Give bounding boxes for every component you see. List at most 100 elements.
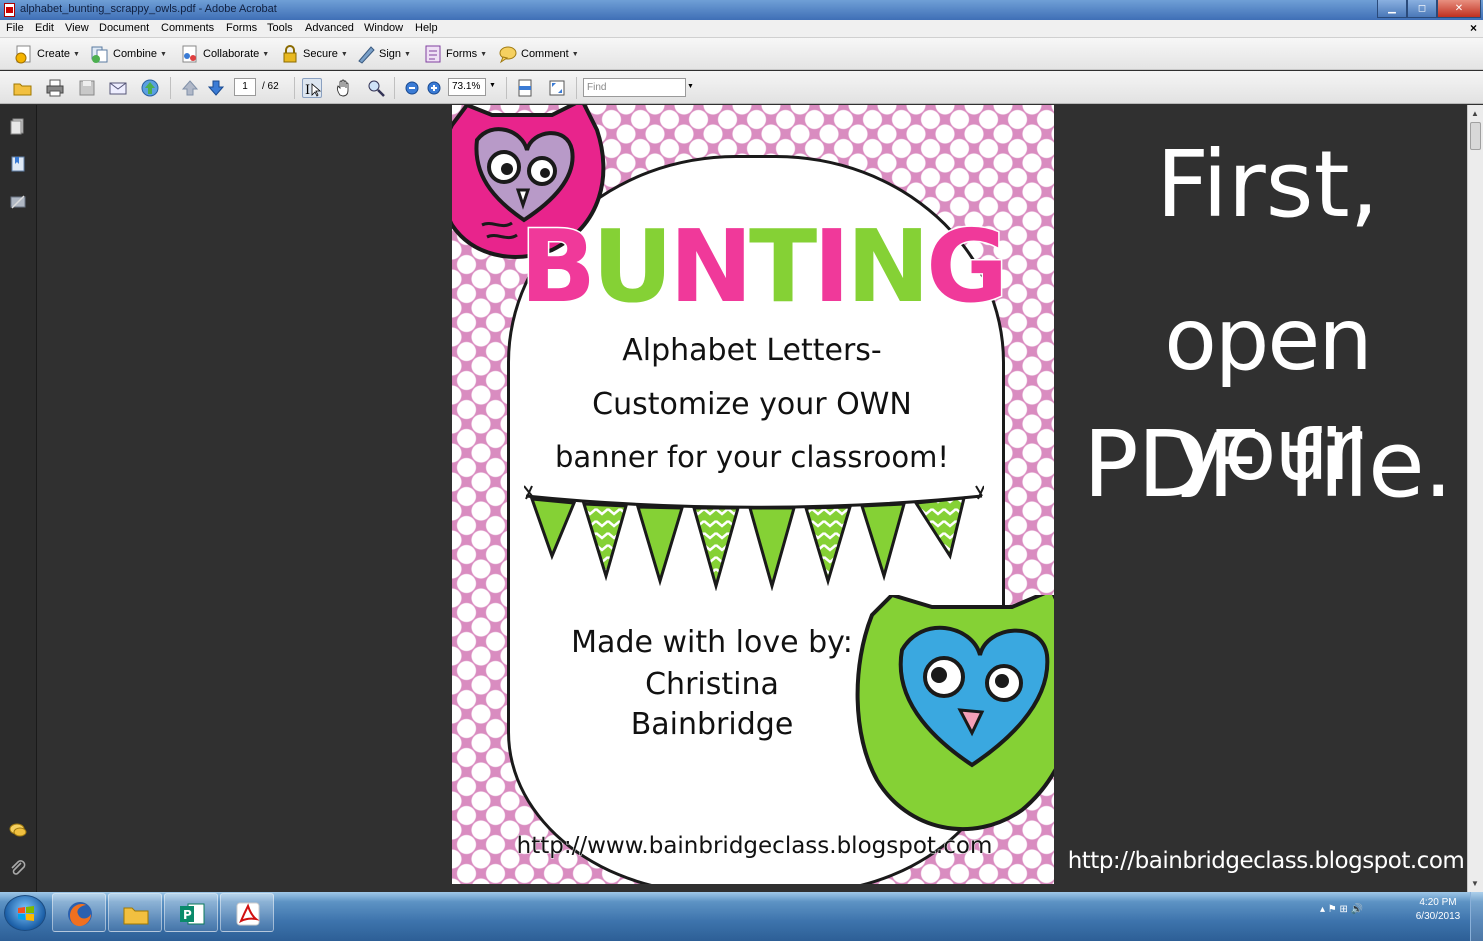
menu-document[interactable]: Document bbox=[99, 22, 149, 34]
system-clock[interactable]: 4:20 PM 6/30/2013 bbox=[1408, 896, 1468, 924]
hand-tool-icon[interactable] bbox=[334, 78, 354, 98]
forms-label: Forms bbox=[446, 48, 478, 60]
windows-taskbar: P ▴ ⚑ ⊞ 🔊 4:20 PM 6/30/2013 bbox=[0, 892, 1483, 941]
print-icon[interactable] bbox=[45, 78, 65, 98]
author-first-name: Christina bbox=[645, 667, 779, 702]
close-document-button[interactable]: × bbox=[1470, 21, 1477, 35]
pdf-page[interactable]: BUNTING Alphabet Letters- Customize your… bbox=[452, 105, 1054, 884]
chevron-down-icon: ▼ bbox=[340, 50, 348, 58]
toolbar-separator bbox=[506, 77, 507, 99]
taskbar-firefox[interactable] bbox=[52, 893, 106, 932]
collaborate-icon bbox=[180, 44, 200, 64]
comment-bubble-icon bbox=[498, 44, 518, 64]
next-page-icon[interactable] bbox=[206, 78, 226, 98]
menu-view[interactable]: View bbox=[65, 22, 89, 34]
menu-edit[interactable]: Edit bbox=[35, 22, 54, 34]
menu-tools[interactable]: Tools bbox=[267, 22, 293, 34]
minimize-button[interactable]: ▁ bbox=[1377, 0, 1407, 18]
scroll-down-icon[interactable]: ▼ bbox=[1471, 879, 1479, 888]
scroll-up-icon[interactable]: ▲ bbox=[1471, 109, 1479, 118]
subtitle-line-2: Customize your OWN bbox=[592, 387, 912, 422]
zoom-tool-icon[interactable] bbox=[366, 78, 386, 98]
clock-time: 4:20 PM bbox=[1419, 897, 1457, 908]
chevron-down-icon: ▼ bbox=[160, 50, 167, 58]
forms-icon bbox=[423, 44, 443, 64]
save-icon[interactable] bbox=[77, 78, 97, 98]
menu-file[interactable]: File bbox=[6, 22, 24, 34]
menu-comments[interactable]: Comments bbox=[161, 22, 214, 34]
menu-window[interactable]: Window bbox=[364, 22, 403, 34]
secure-label: Secure bbox=[303, 48, 338, 60]
chevron-down-icon: ▼ bbox=[571, 50, 579, 58]
email-icon[interactable] bbox=[108, 78, 128, 98]
title-letter-u: U bbox=[591, 208, 675, 325]
sign-button[interactable]: Sign ▼ bbox=[356, 43, 411, 65]
previous-page-icon[interactable] bbox=[180, 78, 200, 98]
window-controls: ▁ ◻ ✕ bbox=[1377, 0, 1481, 18]
bunting-title: BUNTING bbox=[512, 215, 1012, 318]
svg-text:I: I bbox=[305, 83, 310, 98]
folder-icon bbox=[123, 907, 149, 925]
title-letter-b: B bbox=[518, 208, 597, 325]
acrobat-document-icon bbox=[4, 3, 15, 17]
title-letter-i: I bbox=[812, 208, 852, 325]
green-owl-illustration bbox=[855, 595, 1054, 832]
select-text-tool-icon[interactable]: I bbox=[302, 78, 322, 98]
taskbar-explorer[interactable] bbox=[108, 893, 162, 932]
toolbar-separator bbox=[170, 77, 171, 99]
zoom-dropdown-icon[interactable]: ▼ bbox=[489, 82, 496, 89]
menu-forms[interactable]: Forms bbox=[226, 22, 257, 34]
menu-advanced[interactable]: Advanced bbox=[305, 22, 354, 34]
combine-button[interactable]: Combine ▼ bbox=[90, 43, 167, 65]
scroll-thumb[interactable] bbox=[1470, 122, 1481, 150]
acrobat-icon bbox=[236, 902, 260, 926]
find-input[interactable]: Find bbox=[583, 78, 686, 97]
open-folder-icon[interactable] bbox=[13, 78, 33, 98]
create-label: Create bbox=[37, 48, 71, 60]
publisher-icon: P bbox=[180, 903, 205, 925]
forms-button[interactable]: Forms ▼ bbox=[423, 43, 487, 65]
page-url: http://www.bainbridgeclass.blogspot.com bbox=[516, 833, 993, 860]
lock-icon bbox=[280, 44, 300, 64]
zoom-level-input[interactable]: 73.1% bbox=[448, 78, 486, 96]
screen: alphabet_bunting_scrappy_owls.pdf - Adob… bbox=[0, 0, 1483, 941]
page-number-input[interactable]: 1 bbox=[234, 78, 256, 96]
pages-panel-icon[interactable] bbox=[9, 117, 27, 135]
zoom-out-icon[interactable] bbox=[402, 78, 422, 98]
start-button[interactable] bbox=[4, 895, 46, 931]
pen-icon bbox=[356, 44, 376, 64]
windows-logo-icon bbox=[18, 906, 34, 921]
bookmarks-panel-icon[interactable] bbox=[9, 155, 27, 173]
clock-date: 6/30/2013 bbox=[1415, 911, 1461, 922]
combine-label: Combine bbox=[113, 48, 158, 60]
toolbar-separator bbox=[576, 77, 577, 99]
signatures-panel-icon[interactable] bbox=[9, 193, 27, 211]
taskbar-acrobat[interactable] bbox=[220, 893, 274, 932]
page-count: / 62 bbox=[262, 81, 279, 92]
window-title: alphabet_bunting_scrappy_owls.pdf - Adob… bbox=[20, 3, 277, 15]
show-desktop-button[interactable] bbox=[1470, 892, 1483, 941]
fit-page-icon[interactable] bbox=[515, 78, 535, 98]
create-pdf-icon bbox=[14, 44, 34, 64]
attachments-paperclip-icon[interactable] bbox=[9, 859, 27, 877]
vertical-scrollbar[interactable]: ▲ ▼ bbox=[1467, 105, 1483, 892]
title-bar: alphabet_bunting_scrappy_owls.pdf - Adob… bbox=[0, 0, 1483, 20]
sign-label: Sign bbox=[379, 48, 402, 60]
chevron-down-icon: ▼ bbox=[480, 50, 488, 58]
comment-button[interactable]: Comment ▼ bbox=[498, 43, 579, 65]
close-window-button[interactable]: ✕ bbox=[1437, 0, 1481, 18]
secure-button[interactable]: Secure ▼ bbox=[280, 43, 348, 65]
upload-share-icon[interactable] bbox=[140, 78, 160, 98]
create-button[interactable]: Create ▼ bbox=[14, 43, 80, 65]
maximize-button[interactable]: ◻ bbox=[1407, 0, 1437, 18]
comments-panel-icon[interactable] bbox=[9, 821, 27, 839]
svg-text:P: P bbox=[183, 908, 192, 922]
collaborate-button[interactable]: Collaborate ▼ bbox=[180, 43, 269, 65]
taskbar-publisher[interactable]: P bbox=[164, 893, 218, 932]
bunting-banner-illustration bbox=[524, 485, 984, 591]
zoom-in-icon[interactable] bbox=[424, 78, 444, 98]
find-dropdown-icon[interactable]: ▼ bbox=[687, 83, 694, 90]
title-letter-n: N bbox=[668, 208, 755, 325]
menu-help[interactable]: Help bbox=[415, 22, 438, 34]
full-screen-icon[interactable] bbox=[547, 78, 567, 98]
